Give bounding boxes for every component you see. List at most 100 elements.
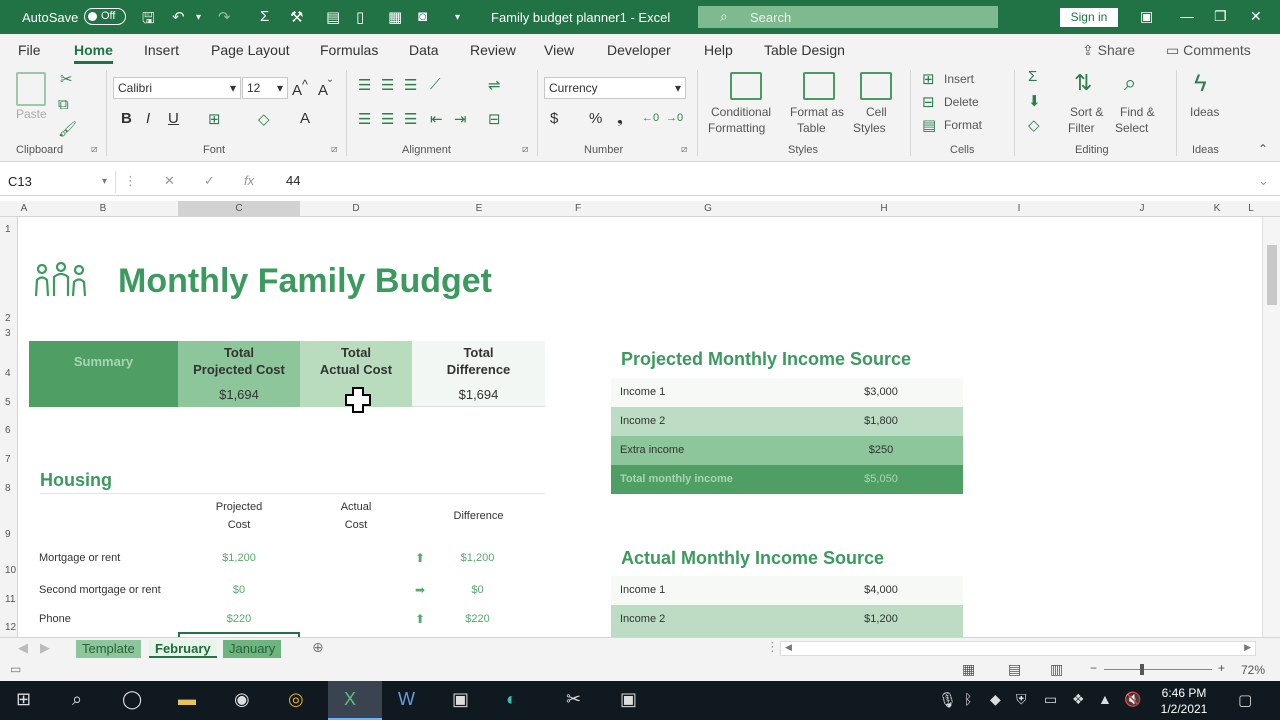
search-box[interactable]: ⌕ Search — [698, 6, 998, 28]
underline-icon[interactable]: U — [168, 110, 179, 127]
autosave-toggle[interactable]: Off — [84, 8, 126, 25]
add-sheet-icon[interactable]: ⊕ — [312, 639, 324, 656]
undo-dropdown-icon[interactable]: ▾ — [196, 12, 201, 23]
column-header[interactable]: K — [1214, 203, 1221, 214]
form-icon[interactable]: ▤ — [326, 8, 340, 26]
column-header[interactable]: E — [476, 203, 483, 214]
edge-icon[interactable]: ◐ — [506, 689, 517, 710]
row-header[interactable]: 3 — [5, 328, 11, 339]
macro-record-icon[interactable]: ▭ — [10, 662, 21, 676]
housing-row-projected[interactable]: $220 — [180, 613, 298, 625]
align-right-icon[interactable]: ☰ — [404, 110, 417, 128]
app-icon[interactable]: ▣ — [620, 689, 637, 710]
horizontal-scrollbar[interactable]: ◀ ▶ — [780, 641, 1256, 656]
tab-help[interactable]: Help — [704, 42, 733, 58]
chrome-icon[interactable]: ◎ — [288, 689, 304, 710]
row-header[interactable]: 1 — [5, 224, 11, 235]
bluetooth-icon[interactable]: ᛒ — [964, 691, 972, 707]
notifications-icon[interactable]: ▢ — [1238, 691, 1252, 709]
normal-view-icon[interactable]: ▦ — [962, 661, 975, 678]
currency-icon[interactable]: $ — [550, 110, 558, 127]
zoom-in-icon[interactable]: + — [1218, 661, 1225, 675]
page-layout-view-icon[interactable]: ▤ — [1008, 661, 1021, 678]
align-left-icon[interactable]: ☰ — [358, 110, 371, 128]
increase-font-icon[interactable]: A^ — [292, 78, 308, 99]
increase-decimal-icon[interactable]: ←0 — [642, 112, 659, 124]
tab-home[interactable]: Home — [74, 42, 113, 64]
row-header[interactable]: 6 — [5, 425, 11, 436]
housing-row-difference[interactable]: $1,200 — [440, 552, 515, 564]
dropbox-icon[interactable]: ❖ — [1072, 691, 1085, 708]
row-header[interactable]: 9 — [5, 529, 11, 540]
sort-filter-icon[interactable]: ⇅ — [1074, 70, 1092, 96]
fill-color-icon[interactable]: ◇ — [258, 110, 270, 128]
scroll-left-icon[interactable]: ◀ — [785, 642, 792, 653]
zoom-slider-thumb[interactable] — [1140, 664, 1144, 675]
close-icon[interactable]: ✕ — [1250, 8, 1262, 25]
summary-cell[interactable]: Summary — [29, 341, 178, 407]
wifi-icon[interactable]: ▲ — [1098, 691, 1112, 707]
alignment-launcher-icon[interactable]: ⧄ — [522, 144, 528, 155]
row-header[interactable]: 4 — [5, 368, 11, 379]
tab-view[interactable]: View — [544, 42, 574, 58]
font-name-select[interactable]: Calibri ▾ — [113, 77, 241, 99]
decrease-indent-icon[interactable]: ⇤ — [430, 110, 443, 128]
projected-income-total-row[interactable]: Total monthly income $5,050 — [611, 465, 963, 494]
copy-icon[interactable]: ⧉ — [58, 96, 69, 113]
bottom-align-icon[interactable]: ☰ — [404, 76, 417, 94]
sign-in-button[interactable]: Sign in — [1060, 8, 1118, 27]
vertical-scrollbar[interactable] — [1262, 217, 1280, 637]
new-document-icon[interactable]: ▯ — [356, 8, 364, 26]
name-box[interactable]: C13 ▾ — [4, 171, 116, 193]
restore-icon[interactable]: ❐ — [1214, 8, 1227, 25]
word-icon[interactable]: W — [398, 689, 415, 710]
comma-style-icon[interactable]: ❟ — [617, 110, 623, 127]
format-cells-label[interactable]: Format — [944, 118, 982, 132]
fill-icon[interactable]: ⬇ — [1028, 92, 1041, 110]
actual-income-row[interactable]: Income 1 $4,000 — [611, 576, 963, 605]
bold-icon[interactable]: B — [121, 110, 132, 127]
housing-row-name[interactable]: Mortgage or rent — [39, 552, 120, 564]
cell-styles-icon[interactable] — [860, 72, 892, 100]
collapse-ribbon-icon[interactable]: ⌃ — [1258, 142, 1268, 156]
number-launcher-icon[interactable]: ⧄ — [681, 144, 687, 155]
cancel-icon[interactable]: ✕ — [164, 173, 175, 189]
share-button[interactable]: ⇪ Share — [1082, 42, 1135, 59]
autosum-icon[interactable]: Σ — [260, 8, 269, 25]
top-align-icon[interactable]: ☰ — [358, 76, 371, 94]
column-header[interactable]: D — [352, 203, 359, 214]
sheet-tab-template[interactable]: Template — [76, 640, 141, 658]
display-icon[interactable]: ▭ — [1044, 691, 1057, 708]
steam-icon[interactable]: ◉ — [234, 689, 250, 710]
column-header[interactable]: A — [21, 203, 28, 214]
insert-cells-label[interactable]: Insert — [944, 72, 974, 86]
ideas-icon[interactable]: ϟ — [1194, 70, 1207, 98]
save-icon[interactable]: 🖫 — [142, 8, 155, 33]
excel-taskbar-button[interactable]: X — [328, 681, 382, 720]
search-icon[interactable]: ⌕ — [72, 689, 82, 710]
file-explorer-icon[interactable]: ▬ — [178, 689, 196, 710]
start-icon[interactable]: ⊞ — [16, 689, 31, 710]
camera-icon[interactable]: ◙ — [418, 8, 427, 25]
projected-income-row[interactable]: Income 2 $1,800 — [611, 407, 963, 436]
scroll-tabs-left-icon[interactable]: ◀ — [18, 640, 28, 656]
column-header[interactable]: C — [178, 201, 300, 216]
sheet-tab-february[interactable]: February — [149, 640, 217, 658]
find-select-icon[interactable]: ⌕ — [1124, 70, 1136, 96]
table-icon[interactable]: ▦ — [388, 8, 402, 26]
column-header[interactable]: F — [575, 203, 581, 214]
volume-mute-icon[interactable]: 🔇 — [1124, 691, 1141, 708]
column-header[interactable]: J — [1140, 203, 1145, 214]
tool-icon[interactable]: ✂ — [566, 689, 581, 710]
percent-icon[interactable]: % — [589, 110, 602, 127]
merge-center-icon[interactable]: ⊟ — [488, 110, 501, 128]
insert-function-icon[interactable]: fx — [244, 173, 254, 188]
customize-qat-icon[interactable]: ▾ — [455, 12, 460, 23]
ribbon-display-icon[interactable]: ▣ — [1140, 8, 1153, 25]
tab-developer[interactable]: Developer — [607, 42, 671, 58]
undo-icon[interactable]: ↶ — [172, 8, 185, 26]
format-painter-icon[interactable]: 🖌 — [58, 120, 77, 138]
column-header[interactable]: L — [1248, 203, 1254, 214]
font-launcher-icon[interactable]: ⧄ — [331, 144, 337, 155]
row-header[interactable]: 12 — [5, 622, 16, 633]
